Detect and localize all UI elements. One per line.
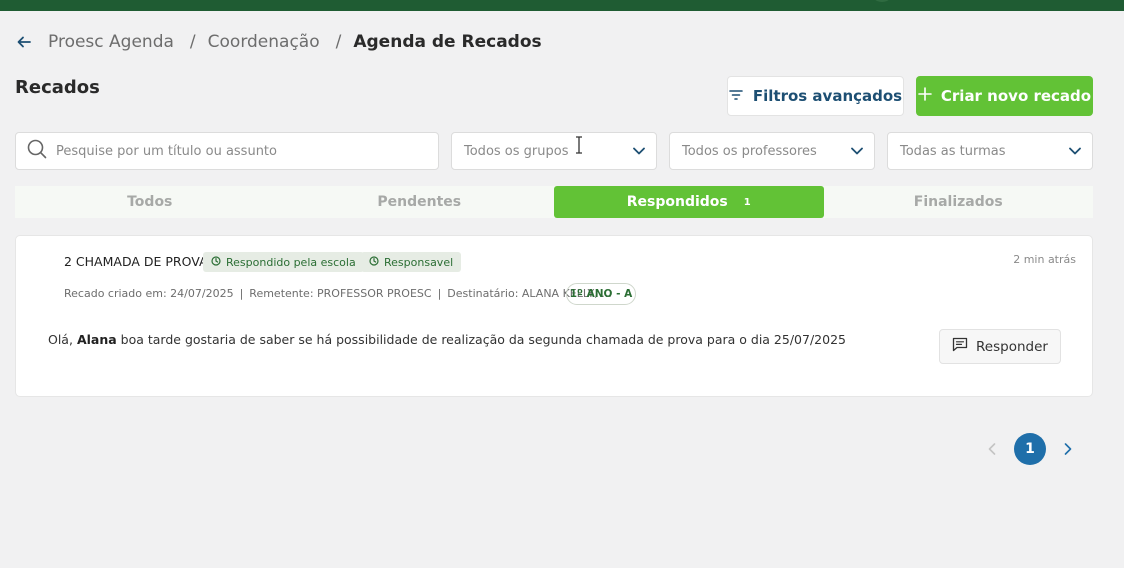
status-badge: Respondido pela escola bbox=[203, 252, 364, 272]
page-title: Recados bbox=[15, 77, 100, 98]
breadcrumb-item-current: Agenda de Recados bbox=[353, 32, 542, 52]
plus-icon bbox=[918, 87, 932, 105]
user-avatar[interactable] bbox=[870, 0, 894, 2]
page-1-button[interactable]: 1 bbox=[1014, 433, 1046, 465]
chevron-right-icon[interactable] bbox=[1058, 439, 1078, 459]
message-card[interactable]: 2 CHAMADA DE PROVA Respondido pela escol… bbox=[15, 235, 1093, 397]
tab-label: Pendentes bbox=[377, 194, 462, 210]
reply-button[interactable]: Responder bbox=[939, 329, 1061, 364]
message-time: 2 min atrás bbox=[1013, 253, 1076, 266]
text-cursor-icon bbox=[574, 136, 584, 154]
tab-respondidos[interactable]: Respondidos 1 bbox=[554, 186, 824, 218]
groups-select-value: Todos os grupos bbox=[464, 143, 569, 159]
breadcrumb-item-coordenacao[interactable]: Coordenação bbox=[208, 32, 320, 52]
audience-badge-label: Responsavel bbox=[384, 255, 454, 269]
search-field[interactable] bbox=[15, 132, 439, 170]
tab-finalizados[interactable]: Finalizados bbox=[824, 186, 1094, 218]
message-title: 2 CHAMADA DE PROVA bbox=[64, 254, 208, 269]
tab-count-badge: 1 bbox=[743, 196, 751, 208]
message-icon bbox=[952, 337, 968, 356]
breadcrumb-item-agenda[interactable]: Proesc Agenda bbox=[48, 32, 174, 52]
reply-button-label: Responder bbox=[976, 338, 1048, 355]
teachers-select[interactable]: Todos os professores bbox=[669, 132, 875, 170]
create-message-label: Criar novo recado bbox=[940, 87, 1092, 105]
pagination: 1 bbox=[982, 433, 1078, 465]
message-meta: Recado criado em: 24/07/2025 | Remetente… bbox=[64, 287, 612, 300]
sender: Remetente: PROFESSOR PROESC bbox=[249, 287, 432, 300]
chevron-down-icon bbox=[851, 144, 863, 159]
create-message-button[interactable]: Criar novo recado bbox=[916, 76, 1093, 116]
classes-select-value: Todas as turmas bbox=[900, 143, 1006, 159]
groups-select[interactable]: Todos os grupos bbox=[451, 132, 657, 170]
chevron-down-icon bbox=[633, 144, 645, 159]
breadcrumb: Proesc Agenda / Coordenação / Agenda de … bbox=[16, 30, 542, 54]
tab-label: Todos bbox=[127, 194, 173, 210]
chevron-down-icon bbox=[1069, 144, 1081, 159]
clock-icon bbox=[369, 255, 379, 269]
tab-todos[interactable]: Todos bbox=[15, 186, 285, 218]
tab-pendentes[interactable]: Pendentes bbox=[285, 186, 555, 218]
message-text: boa tarde gostaria de saber se há possib… bbox=[120, 332, 846, 347]
status-badge-label: Respondido pela escola bbox=[226, 255, 356, 269]
status-tabs: Todos Pendentes Respondidos 1 Finalizado… bbox=[15, 186, 1093, 218]
class-chip: 1º ANO - A bbox=[566, 283, 636, 305]
message-recipient-name: Alana bbox=[76, 332, 117, 347]
message-greeting: Olá, bbox=[48, 332, 73, 347]
advanced-filters-button[interactable]: Filtros avançados bbox=[727, 76, 904, 116]
advanced-filters-label: Filtros avançados bbox=[752, 87, 903, 105]
created-date: Recado criado em: 24/07/2025 bbox=[64, 287, 234, 300]
filter-lines-icon bbox=[729, 87, 743, 105]
meta-divider: | bbox=[239, 287, 244, 300]
top-app-bar bbox=[0, 0, 1124, 11]
arrow-left-icon[interactable] bbox=[16, 31, 38, 53]
tab-label: Finalizados bbox=[913, 194, 1003, 210]
teachers-select-value: Todos os professores bbox=[682, 143, 817, 159]
clock-icon bbox=[211, 255, 221, 269]
chevron-left-icon[interactable] bbox=[982, 439, 1002, 459]
breadcrumb-separator: / bbox=[189, 32, 196, 52]
message-body: Olá, Alana boa tarde gostaria de saber s… bbox=[48, 332, 846, 347]
breadcrumb-separator: / bbox=[335, 32, 342, 52]
tab-label: Respondidos bbox=[626, 194, 728, 210]
search-input[interactable] bbox=[56, 143, 416, 159]
audience-badge: Responsavel bbox=[361, 252, 462, 272]
classes-select[interactable]: Todas as turmas bbox=[887, 132, 1093, 170]
meta-divider: | bbox=[437, 287, 442, 300]
search-icon bbox=[27, 139, 47, 163]
